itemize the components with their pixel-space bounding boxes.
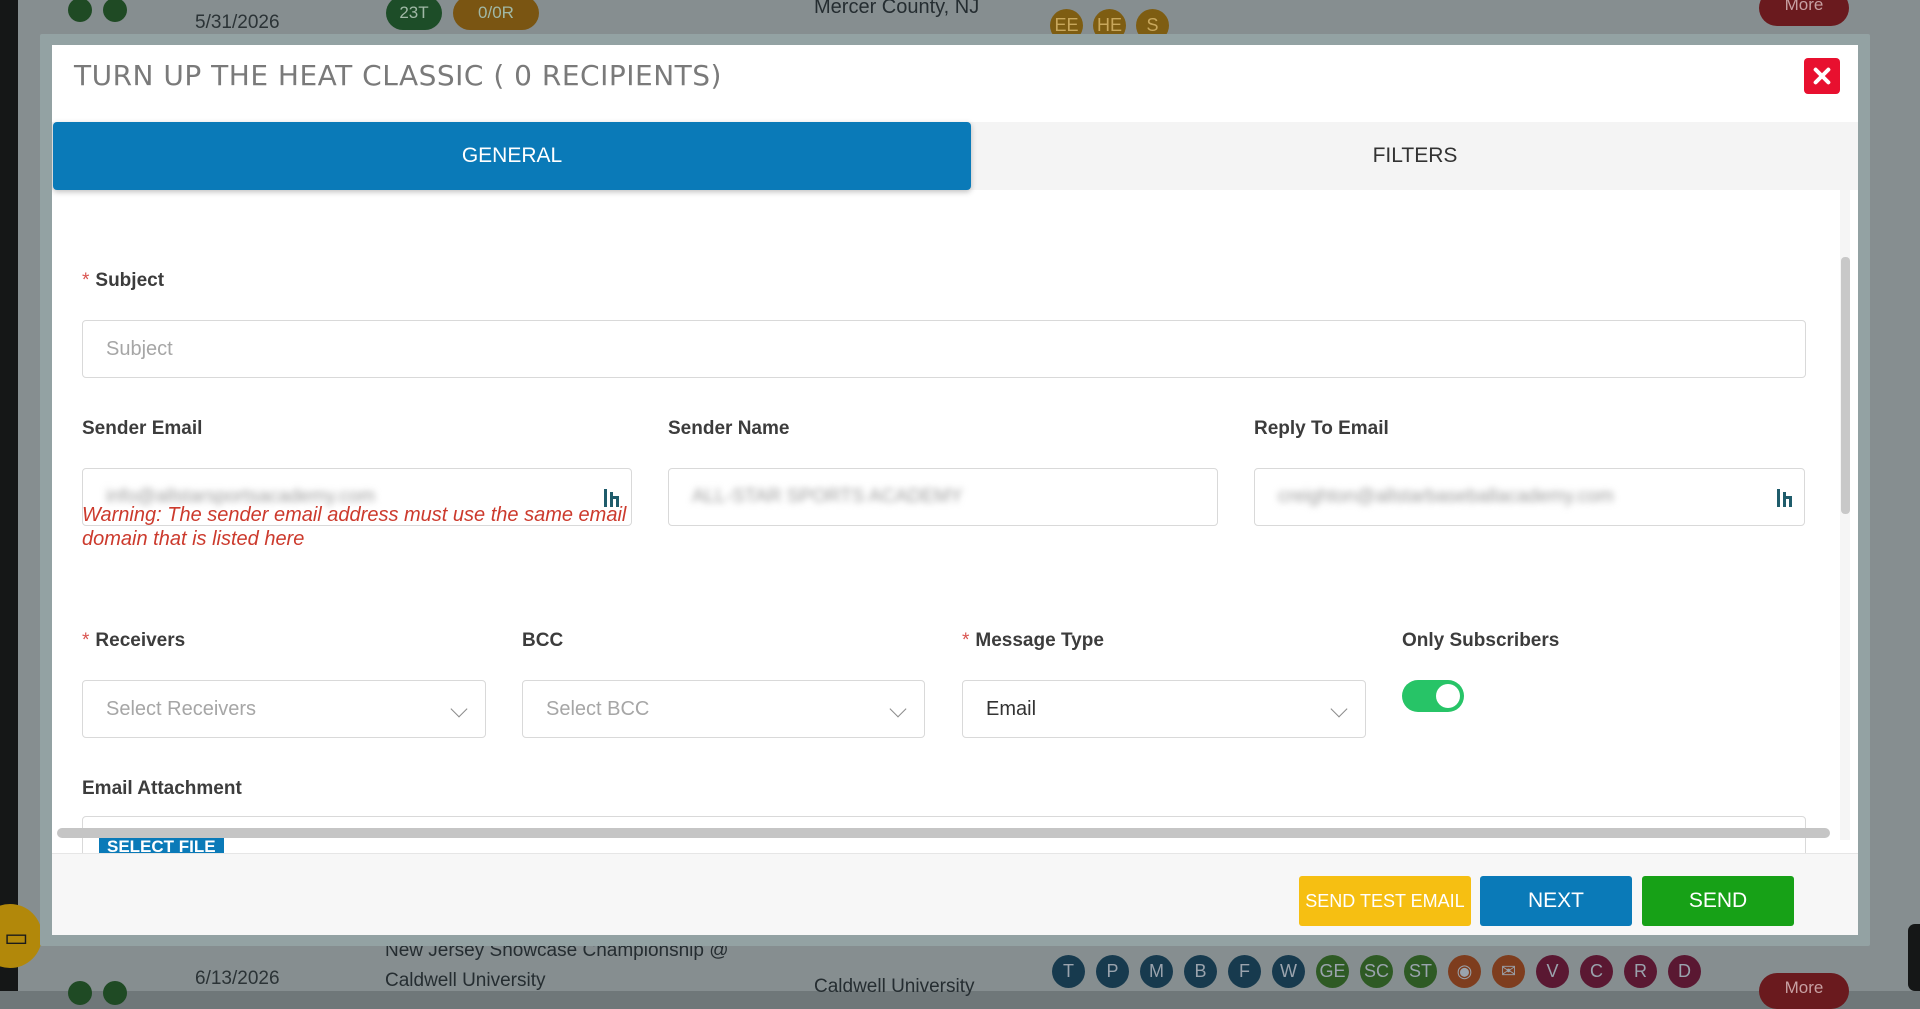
bcc-placeholder: Select BCC: [546, 698, 650, 720]
message-type-value: Email: [986, 698, 1037, 720]
email-attachment-label: Email Attachment: [82, 778, 242, 799]
sender-name-input[interactable]: ALL-STAR SPORTS ACADEMY: [668, 468, 1218, 526]
sender-domain-warning: Warning: The sender email address must u…: [82, 504, 627, 550]
status-dot: [68, 0, 92, 22]
sender-name-label: Sender Name: [668, 418, 790, 439]
tag-circle[interactable]: ST: [1404, 955, 1437, 988]
event-name: Caldwell University: [385, 970, 546, 991]
chevron-down-icon: [889, 700, 907, 718]
send-button[interactable]: SEND: [1642, 876, 1794, 926]
subject-placeholder: Subject: [106, 338, 173, 360]
status-dot: [68, 981, 92, 1005]
modal-footer: SEND TEST EMAIL NEXT SEND: [52, 853, 1858, 935]
bcc-select[interactable]: Select BCC: [522, 680, 925, 738]
message-type-label: * Message Type: [962, 630, 1104, 651]
mail-icon[interactable]: ✉: [1492, 955, 1525, 988]
background-left-bar: [0, 0, 18, 991]
receivers-placeholder: Select Receivers: [106, 698, 257, 720]
bcc-label: BCC: [522, 630, 564, 651]
subject-label: * Subject: [82, 270, 165, 291]
event-date: 6/13/2026: [195, 968, 280, 989]
tag-circle[interactable]: W: [1272, 955, 1305, 988]
receivers-select[interactable]: Select Receivers: [82, 680, 486, 738]
eye-icon[interactable]: ◉: [1448, 955, 1481, 988]
ratio-badge: 0/0R: [453, 0, 539, 30]
event-location: Caldwell University: [814, 976, 975, 997]
reply-to-email-value: creighton@allstarbaseballacademy.com: [1278, 486, 1614, 507]
chat-icon: ▭: [4, 922, 29, 952]
variable-picker-icon[interactable]: [1776, 487, 1794, 509]
tag-circle[interactable]: R: [1624, 955, 1657, 988]
tag-circle[interactable]: V: [1536, 955, 1569, 988]
close-icon[interactable]: [1804, 58, 1840, 94]
tag-circle[interactable]: SC: [1360, 955, 1393, 988]
tag-circle[interactable]: T: [1052, 955, 1085, 988]
event-location: Mercer County, NJ: [814, 0, 980, 18]
tag-circle[interactable]: C: [1580, 955, 1613, 988]
send-test-email-button[interactable]: SEND TEST EMAIL: [1299, 876, 1471, 926]
only-subscribers-toggle[interactable]: [1402, 680, 1464, 712]
more-button[interactable]: More: [1759, 973, 1849, 1009]
reply-to-email-input[interactable]: creighton@allstarbaseballacademy.com: [1254, 468, 1805, 526]
status-dot: [103, 0, 127, 22]
chevron-down-icon: [1330, 700, 1348, 718]
background-edge-tab: [1908, 924, 1920, 991]
receivers-label: * Receivers: [82, 630, 186, 651]
more-button[interactable]: More: [1759, 0, 1849, 26]
tab-filters[interactable]: FILTERS: [972, 122, 1858, 190]
tag-circle[interactable]: P: [1096, 955, 1129, 988]
horizontal-scrollbar-thumb[interactable]: [57, 828, 1830, 838]
tab-general[interactable]: GENERAL: [53, 122, 971, 190]
tag-circle[interactable]: GE: [1316, 955, 1349, 988]
sender-email-label: Sender Email: [82, 418, 203, 439]
event-date: 5/31/2026: [195, 12, 280, 33]
email-campaign-modal: TURN UP THE HEAT CLASSIC ( 0 RECIPIENTS)…: [52, 45, 1858, 935]
only-subscribers-label: Only Subscribers: [1402, 630, 1560, 651]
form-body: * Subject Subject Sender Email info@allst…: [52, 190, 1858, 876]
chevron-down-icon: [450, 700, 468, 718]
tag-circle[interactable]: M: [1140, 955, 1173, 988]
toggle-knob: [1436, 684, 1460, 708]
reply-to-email-label: Reply To Email: [1254, 418, 1389, 439]
subject-input[interactable]: Subject: [82, 320, 1806, 378]
vertical-scrollbar-thumb[interactable]: [1841, 257, 1850, 514]
sender-name-value: ALL-STAR SPORTS ACADEMY: [692, 486, 963, 507]
next-button[interactable]: NEXT: [1480, 876, 1632, 926]
message-type-select[interactable]: Email: [962, 680, 1366, 738]
status-dot: [103, 981, 127, 1005]
modal-title: TURN UP THE HEAT CLASSIC ( 0 RECIPIENTS): [74, 59, 722, 92]
tag-circle[interactable]: B: [1184, 955, 1217, 988]
modal-tabs: GENERAL FILTERS: [52, 122, 1858, 190]
team-count-badge: 23T: [386, 0, 442, 30]
tag-circle[interactable]: F: [1228, 955, 1261, 988]
tag-circle[interactable]: D: [1668, 955, 1701, 988]
